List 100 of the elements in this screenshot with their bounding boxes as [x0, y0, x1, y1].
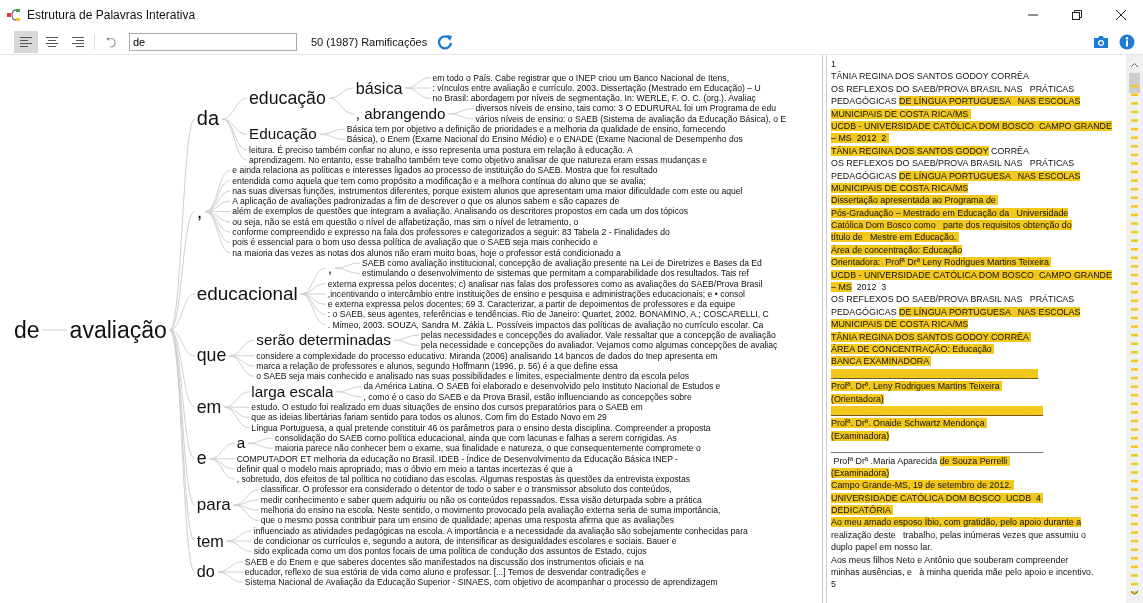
- highlighted-text: __________________________________________: [831, 368, 1039, 379]
- context-line[interactable]: melhoria do ensino na escola. Neste sentido, o movimento provocado pela avaliação externa seria de suma importância,: [260, 505, 721, 516]
- highlighted-text: UCDB - UNIVERSIDADE CATÓLICA DOM BOSCO CAMPO GRANDE: [831, 269, 1112, 280]
- tree-word[interactable]: avaliação: [69, 317, 167, 343]
- context-line[interactable]: leitura. É preciso também confiar no aluno, e isso representa uma postura em relação à educação. A: [249, 144, 633, 155]
- document-text: OS REFLEXOS DO SAEB/PROVA BRASIL NAS PRÁTICAS: [831, 158, 1075, 169]
- highlighted-text: DE LÍNGUA PORTUGUESA NAS ESCOLAS: [899, 306, 1081, 317]
- context-line[interactable]: e externa expressa pelos docentes; 69 3. Caracterizar, a partir de depoimentos de professores e da equipe: [327, 299, 736, 310]
- context-line[interactable]: influenciado as atividades pedagógicas na escola. A importância e a necessidade da avaliação são sobejamente conhecidas para: [253, 525, 748, 536]
- highlighted-text: BANCA EXAMINADORA: [831, 356, 932, 367]
- document-text: PEDAGÓGICAS: [831, 306, 898, 317]
- search-field[interactable]: de: [129, 33, 297, 51]
- tree-word[interactable]: ,: [196, 201, 203, 223]
- text-align-icon: [19, 36, 33, 48]
- tree-word[interactable]: Educação: [249, 126, 317, 143]
- context-line[interactable]: COMPUTADOR ET melhoria da educação no Brasil. IDEB - Índice de Desenvolvimento da Educação Básica INEP -: [236, 453, 678, 464]
- document-text: minhas ausências, e à minha querida mãe pelo apoio e incentivo.: [831, 567, 1094, 577]
- context-line[interactable]: no Brasil: abordagem por níveis de segmentação. In: WERLE, F. O. C. (org.). Avaliaç: [432, 93, 756, 104]
- document-text: PEDAGÓGICAS: [831, 96, 898, 107]
- context-line[interactable]: pela necessidade e concepções do avaliador. Vejamos como algumas concepções de avaliaç: [420, 340, 778, 351]
- context-line[interactable]: na maioria das vezes as notas dos alunos não eram muito boas, hoje o professor está condicionado a: [232, 247, 621, 258]
- highlighted-text: DE LÍNGUA PORTUGUESA NAS ESCOLAS: [899, 170, 1081, 181]
- context-line[interactable]: externa expressa pelos docentes; c) analisar nas falas dos professores como as avaliações do SAEB/Prova Brasil: [327, 278, 763, 289]
- context-line[interactable]: Básica), o Enem (Exame Nacional do Ensino Médio) e o ENADE (Exame Nacional de Desempenho dos: [346, 134, 743, 145]
- context-line[interactable]: e ainda relaciona as políticas e interesses ligados ao processo de instituição do SAEB. Mostra que foi resultado: [232, 165, 658, 176]
- highlighted-text: (Examinadora): [831, 467, 890, 478]
- text-align-icon: [45, 36, 59, 48]
- context-line[interactable]: diversos níveis de ensino, tais como: 3 O EDURURAL foi um Programa de edu: [475, 103, 777, 114]
- context-line[interactable]: medir conhecimento e saber quem adquiriu ou não os conteúdos repassados. Essa visão deturpada sobre a prática: [260, 494, 702, 506]
- context-line[interactable]: estimulando o desenvolvimento de sistemas que permitam a comparabilidade dos resultados. Tais ref: [362, 268, 749, 279]
- context-line[interactable]: : o SAEB, seus agentes, referências e tendências. Rio de Janeiro: Quartet, 2002. BONAMINO, A.; COSCARELLI, C: [327, 309, 769, 320]
- highlighted-text: Profª. Drª. Leny Rodrigues Martins Teixeira: [831, 381, 1003, 392]
- context-line[interactable]: consolidação do SAEB como política educacional, ainda que com lacunas e falhas a serem corrigidas. As: [275, 432, 677, 444]
- highlighted-text: Campo Grande-MS, 19 de setembro de 2012.: [831, 480, 1015, 491]
- context-line[interactable]: , sobretudo, dos efeitos de tal política no cotidiano das escolas. Algumas respostas às questões da entrevista expostas: [236, 474, 690, 485]
- context-line[interactable]: que as ideias libertárias fariam sentido para todos os alunos. Com fim do Estado Novo em 29: [251, 412, 607, 423]
- tree-word[interactable]: que: [196, 346, 227, 366]
- context-line[interactable]: entendida como aquela que tem como propósito a modificação e a melhora contínua do aluno que se avalia;: [232, 175, 646, 186]
- context-line[interactable]: classificar. O professor era considerado o detentor de todo o saber e o transmissor absoluto dos conteúdos,: [260, 484, 672, 495]
- context-line[interactable]: nas suas diversas funções, instrumentos diferentes, porque existem alunos que apresentam uma maior dificuldade com este ou aquel: [232, 185, 743, 197]
- context-line[interactable]: ,incentivando o intercâmbio entre instituições de ensino e pesquisa e administrações educacionais; e • consol: [327, 288, 745, 300]
- align-button[interactable]: [14, 31, 38, 53]
- context-line[interactable]: além de exemplos de questões que integram a avaliação. Analisando os descritores propostos em cada um dos tópicos: [232, 206, 689, 217]
- tree-word[interactable]: em: [196, 397, 222, 417]
- tree-word[interactable]: a: [236, 435, 246, 452]
- tree-word[interactable]: educação: [249, 89, 326, 108]
- context-line[interactable]: o SAEB seja mais conhecido e analisado nas suas possibilidades e limites, especialmente dentro da escola pelos: [256, 371, 690, 382]
- tree-word[interactable]: básica: [355, 79, 403, 97]
- context-line[interactable]: SAEB e do Enem e que saberes docentes são manifestados na discussão dos instrumentos oficiais e na: [244, 556, 644, 567]
- document-text: 5: [831, 579, 836, 590]
- context-line[interactable]: de condicionar os currículos e, segundo a autora, de intensificar as desigualdades escolares e sociais. Bauer e: [253, 535, 677, 547]
- context-line[interactable]: definir qual o modelo mais apropriado, mas o óbvio em meio a tantas incertezas é que a: [236, 463, 573, 475]
- context-line[interactable]: aprendizagem. No entanto, esse trabalho também teve como objetivo analisar de que natureza eram essas mudanças e: [249, 154, 708, 166]
- context-line[interactable]: pois é essencial para o bom uso dessa política de avaliação que o SAEB seja mais conhecido e: [232, 237, 598, 248]
- highlighted-text: Área de concentração: Educação: [831, 244, 963, 255]
- context-line[interactable]: , como é o caso do SAEB e da Prova Brasil, estão influenciando as concepções sobre: [363, 391, 692, 403]
- context-line[interactable]: Básica tem por objetivo a definição de prioridades e a melhoria da qualidade de ensino, fornecendo: [346, 124, 726, 135]
- highlighted-text: TÂNIA REGINA DOS SANTOS GODOY: [831, 145, 989, 156]
- context-line[interactable]: : vínculos entre avaliação e currículo. 2003. Dissertação (Mestrado em Educação) – U: [432, 82, 761, 94]
- tree-word[interactable]: larga escala: [251, 383, 334, 400]
- context-line[interactable]: maioria parece não conhecer bem o exame, sua finalidade e natureza, o que consequentemente compromete o: [275, 443, 701, 454]
- highlighted-text: TÂNIA REGINA DOS SANTOS GODOY CORRÊA: [831, 331, 1031, 342]
- camera-icon: [1093, 35, 1109, 49]
- highlighted-text: Profª. Drª. Onaide Schwartz Mendonça: [831, 418, 988, 429]
- context-line[interactable]: considere a complexidade do processo educativo. Miranda (2006) analisando 14 bancos de dados do Inep apresenta em: [256, 350, 718, 361]
- scrollbar[interactable]: [1126, 55, 1143, 603]
- context-line[interactable]: da América Latina. O SAEB foi elaborado e desenvolvido pelo Instituto Nacional de Estudos e: [363, 381, 721, 392]
- tree-word[interactable]: ,: [327, 260, 332, 277]
- context-line[interactable]: Língua Portuguesa, a qual pretende constituir 46 os parâmetros para o ensino desta disciplina. Compreender a proposta: [251, 422, 711, 433]
- tree-word[interactable]: , abrangendo: [355, 105, 446, 122]
- tree-word[interactable]: para: [196, 496, 231, 514]
- highlighted-text: Católica Dom Bosco como parte dos requisitos obtenção do: [831, 220, 1072, 231]
- context-line[interactable]: que o mesmo possa contribuir para um ensino de qualidade; apenas uma resposta afirma que as avaliações: [260, 515, 675, 526]
- context-line[interactable]: pelas necessidades e concepções do avaliador. Vale ressaltar que a concepção de avaliação: [420, 330, 776, 341]
- tree-word[interactable]: educacional: [196, 284, 298, 304]
- context-line[interactable]: Sistema Nacional de Avaliação da Educação Superior - SINAES, com objetivo de acompanhar o processo de aprendizagem: [244, 577, 718, 588]
- highlighted-text: Ao meu amado esposo Íbio, com gratidão, pelo apoio durante a: [831, 517, 1082, 528]
- context-line[interactable]: conforme compreendido e expresso na fala dos professores e categorizados a seguir: 83 Tabela 2 - Finalidades do: [232, 227, 670, 238]
- tree-word[interactable]: e: [196, 449, 207, 468]
- restore-icon: [1072, 10, 1082, 20]
- context-line[interactable]: educador, reflexo de sua estória de vida como aluno e professor. [...] Temos de desvendar contradições e: [244, 566, 646, 578]
- highlighted-text: DE LÍNGUA PORTUGUESA NAS ESCOLAS: [899, 96, 1081, 107]
- context-line[interactable]: em todo o País. Cabe registrar que o INEP criou um Banco Nacional de Itens,: [432, 72, 730, 83]
- context-line[interactable]: . Mimeo, 2003. SOUZA, Sandra M. Zákia L. Possíveis impactos das políticas de avaliação no currículo escolar. Ca: [327, 319, 764, 330]
- context-line[interactable]: ou seja, não se está em questão o nível de alfabetização, mas sim o nível de letramento, o: [232, 216, 579, 228]
- context-line[interactable]: estudo. O estudo foi realizado em duas situações de ensino dos cursos preparatórios para o SAEB em: [251, 402, 643, 413]
- tree-word[interactable]: tem: [196, 532, 224, 550]
- context-line[interactable]: sido explicada como um dos pontos focais de uma política de condução dos assuntos de Estado, cujos: [253, 546, 647, 557]
- tree-word[interactable]: serão determinadas: [256, 332, 391, 349]
- context-line[interactable]: SAEB como avaliação institucional, concepção de avaliação presente na Lei de Diretrizes e Bases da Ed: [362, 257, 762, 269]
- highlighted-text: ÁREA DE CONCENTRAÇÃO: Educação: [831, 344, 995, 354]
- context-line[interactable]: marca a relação de professores e alunos, segundo Hoffmann (1996, p. 56) é a que define essa: [256, 360, 618, 372]
- context-line[interactable]: A aplicação de avaliações padronizadas a fim de descrever o que os alunos sabem e são capazes de: [232, 196, 620, 207]
- tree-word[interactable]: do: [196, 563, 215, 581]
- branch-count: 50 (1987) Ramificações: [311, 36, 428, 48]
- tree-word[interactable]: de: [14, 317, 40, 343]
- tree-word[interactable]: da: [196, 108, 220, 130]
- context-line[interactable]: vários níveis de ensino: o SAEB (Sistema de avaliação da Educação Básica), o E: [475, 113, 787, 125]
- document-text: Profª Drª .Maria Aparecida: [832, 455, 939, 466]
- refresh-icon: [437, 34, 454, 50]
